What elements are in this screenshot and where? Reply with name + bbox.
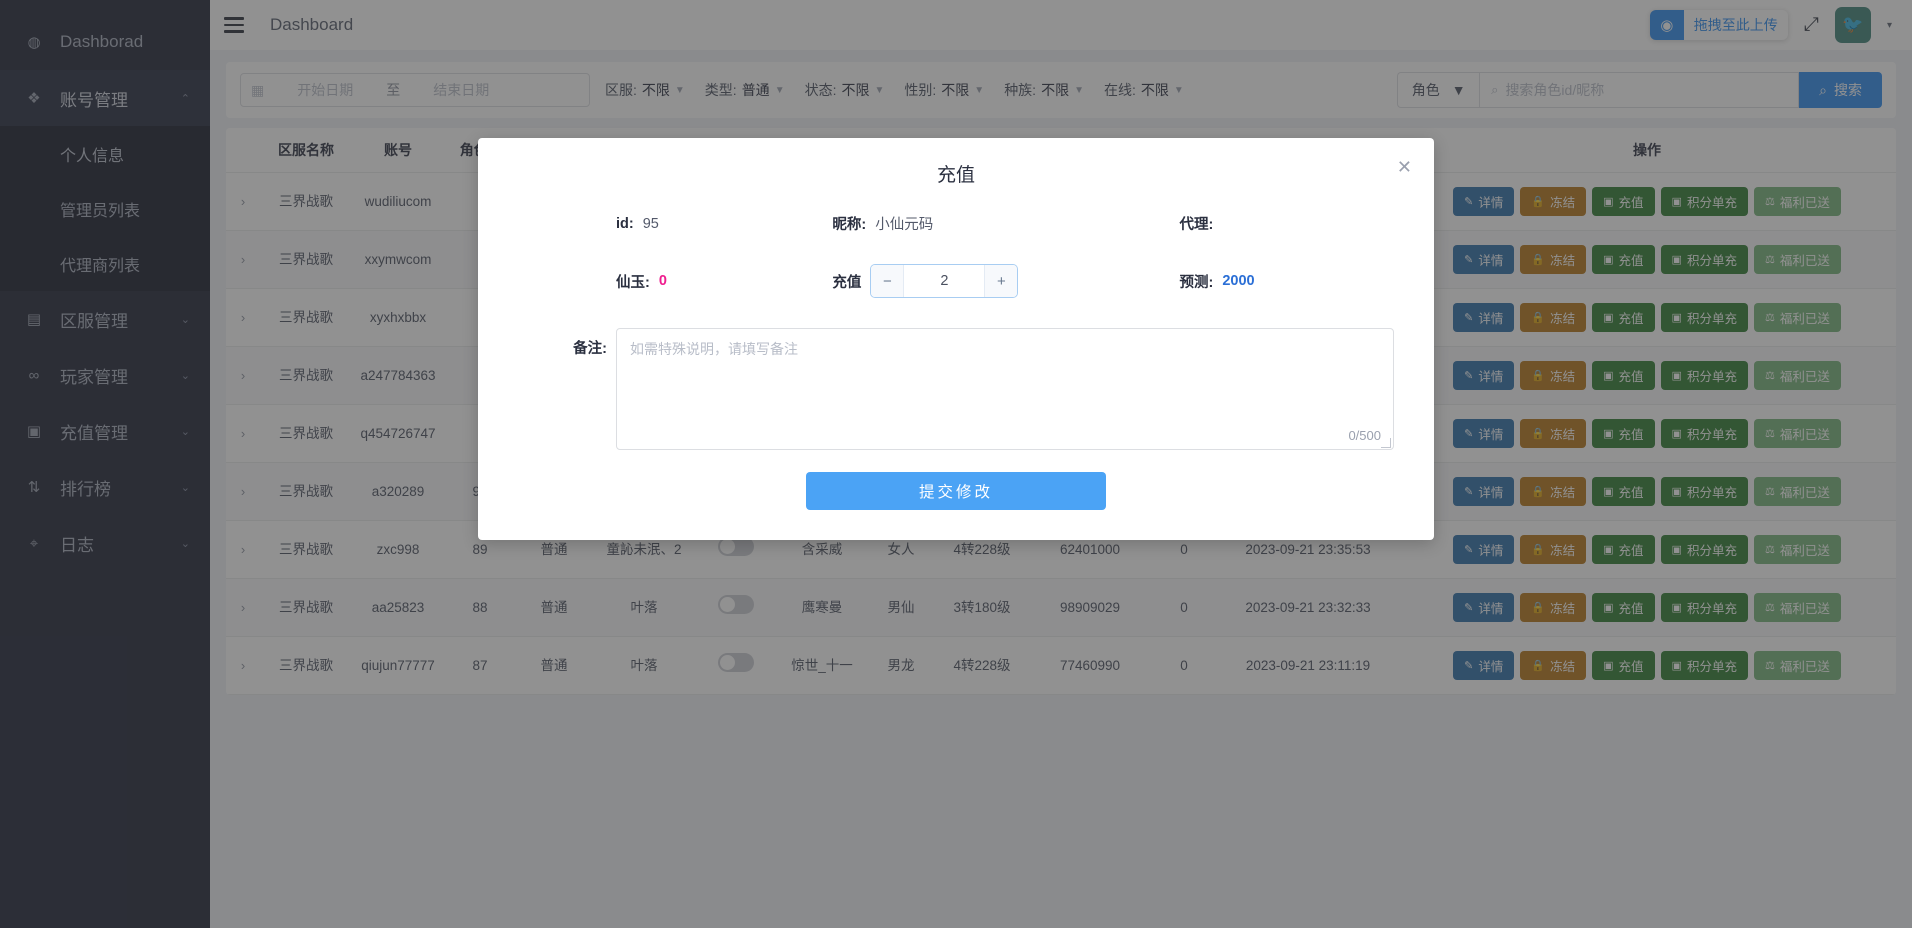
- stepper-value-input[interactable]: [904, 272, 985, 290]
- modal-agent-field: 代理:: [1149, 213, 1394, 234]
- modal-nickname-value: 小仙元码: [875, 217, 934, 233]
- submit-button[interactable]: 提交修改: [806, 472, 1106, 510]
- close-icon[interactable]: ✕: [1397, 158, 1412, 176]
- stepper-increment-button[interactable]: +: [984, 265, 1018, 297]
- modal-id-field: id: 95: [518, 216, 832, 232]
- modal-body: id: 95 昵称: 小仙元码 代理: 仙玉: 0 充值 − 2 + 预测: 2…: [478, 195, 1434, 450]
- modal-header: 充值 ✕: [478, 138, 1434, 195]
- modal-jade-value: 0: [658, 273, 667, 289]
- resize-grip-icon[interactable]: [1381, 438, 1391, 448]
- modal-agent-label: 代理:: [1179, 217, 1214, 233]
- stepper-decrement-button[interactable]: −: [871, 265, 905, 297]
- modal-recharge-label: 充值: [832, 274, 862, 291]
- modal-recharge-row: 仙玉: 0 充值 − + 预测: 2000: [518, 264, 1394, 298]
- modal-id-value: 95: [642, 215, 659, 232]
- modal-nickname-label: 昵称:: [832, 217, 867, 233]
- note-char-counter: 0/500: [1348, 428, 1381, 443]
- app-root: ◍ Dashborad ❖ 账号管理 ⌃ 个人信息 管理员列表 代理商列表 ▤ …: [0, 0, 1912, 928]
- note-textarea-box[interactable]: 0/500: [616, 328, 1394, 450]
- modal-predict-field: 预测: 2000: [1149, 271, 1394, 292]
- modal-recharge-field: 充值 − +: [832, 264, 1149, 298]
- modal-info-row: id: 95 昵称: 小仙元码 代理:: [518, 213, 1394, 234]
- recharge-modal: 充值 ✕ id: 95 昵称: 小仙元码 代理: 仙玉: 0 充值 − 2 + …: [478, 138, 1434, 540]
- modal-id-label: id:: [616, 215, 634, 232]
- modal-predict-label: 预测:: [1179, 274, 1214, 291]
- modal-nickname-field: 昵称: 小仙元码: [832, 213, 1149, 234]
- modal-predict-value: 2000: [1222, 273, 1255, 289]
- modal-jade-field: 仙玉: 0: [518, 271, 832, 292]
- modal-footer: 提交修改: [478, 460, 1434, 540]
- modal-note-label: 备注:: [573, 341, 607, 357]
- modal-jade-label: 仙玉:: [616, 274, 650, 291]
- recharge-stepper[interactable]: − +: [870, 264, 1019, 298]
- note-textarea[interactable]: [628, 337, 1382, 441]
- modal-title: 充值: [936, 165, 975, 186]
- modal-note-row: 备注: 0/500: [518, 328, 1394, 450]
